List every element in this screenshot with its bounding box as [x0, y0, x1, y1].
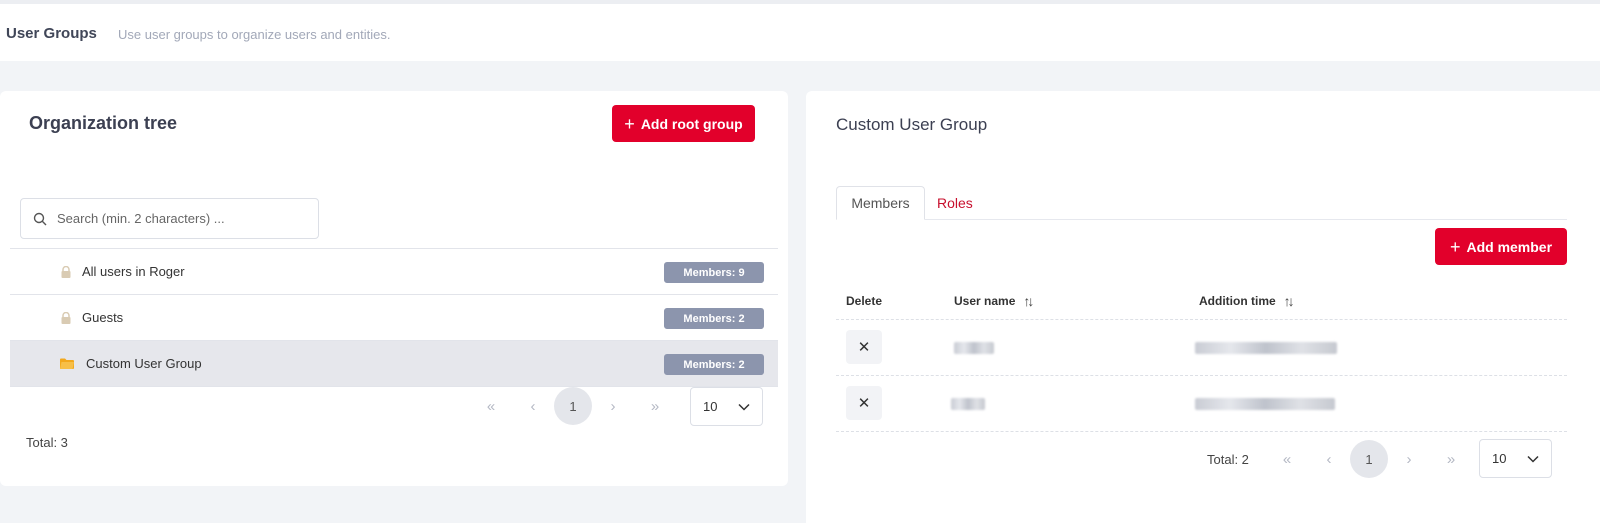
folder-icon: [60, 358, 74, 369]
page-size-value: 10: [1492, 451, 1507, 466]
group-detail-card: Custom User Group Members Roles + Add me…: [806, 91, 1600, 523]
sort-icon[interactable]: ↑↓: [1284, 293, 1295, 309]
tree-row-all-users[interactable]: All users in Roger Members: 9: [10, 249, 778, 295]
addition-time-cell: ██████████ █████████: [1195, 342, 1337, 354]
org-tree-total: Total: 3: [26, 435, 68, 450]
col-addition-time[interactable]: Addition time ↑↓: [1199, 293, 1295, 309]
group-title: Custom User Group: [836, 115, 988, 134]
tree-row-label: Guests: [82, 310, 124, 325]
add-root-group-label: Add root group: [640, 115, 743, 132]
org-tree-card: Organization tree + Add root group All u…: [0, 91, 788, 486]
plus-icon: +: [624, 113, 635, 134]
page-header: User Groups Use user groups to organize …: [0, 0, 1600, 61]
org-tree-title: Organization tree: [29, 113, 178, 133]
sort-icon[interactable]: ↑↓: [1023, 293, 1034, 309]
search-field[interactable]: [20, 198, 319, 239]
table-header: Delete User name ↑↓ Addition time ↑↓: [836, 283, 1567, 320]
tree-row-guests[interactable]: Guests Members: 2: [10, 295, 778, 341]
delete-member-button[interactable]: ✕: [846, 330, 882, 364]
page-size-value: 10: [703, 399, 718, 414]
col-delete: Delete: [846, 294, 883, 308]
prev-page-button[interactable]: ‹: [512, 387, 554, 425]
chevron-down-icon: [1527, 455, 1539, 463]
table-row: ✕ ████ ██████████ █████████: [836, 320, 1567, 376]
members-table: Delete User name ↑↓ Addition time ↑↓ ✕ █…: [836, 283, 1567, 432]
first-page-button[interactable]: «: [470, 387, 512, 425]
org-tree-list: All users in Roger Members: 9 Guests Mem…: [10, 248, 778, 387]
table-row: ✕ ████ █████████ ███████: [836, 376, 1567, 432]
members-badge: Members: 9: [664, 262, 764, 283]
tab-members[interactable]: Members: [836, 186, 925, 220]
page-1-button[interactable]: 1: [554, 387, 592, 425]
plus-icon: +: [1449, 236, 1461, 257]
add-member-label: Add member: [1466, 238, 1553, 255]
col-addition-time-label: Addition time: [1199, 294, 1276, 308]
search-icon: [33, 212, 47, 225]
col-username-label: User name: [954, 294, 1016, 308]
tree-row-custom-user-group[interactable]: Custom User Group Members: 2: [10, 341, 778, 387]
next-page-button[interactable]: ›: [592, 387, 634, 425]
members-pagination: « ‹ 1 › »: [1266, 440, 1472, 478]
close-icon: ✕: [857, 338, 871, 356]
prev-page-button[interactable]: ‹: [1308, 440, 1350, 478]
search-input[interactable]: [57, 211, 297, 226]
page-title: User Groups: [6, 25, 97, 42]
first-page-button[interactable]: «: [1266, 440, 1308, 478]
addition-time-cell: █████████ ███████: [1195, 398, 1335, 410]
page-1-button[interactable]: 1: [1350, 440, 1388, 478]
close-icon: ✕: [857, 394, 871, 412]
add-root-group-button[interactable]: + Add root group: [612, 105, 755, 142]
col-username[interactable]: User name ↑↓: [954, 293, 1034, 309]
tab-roles[interactable]: Roles: [937, 186, 973, 220]
last-page-button[interactable]: »: [1430, 440, 1472, 478]
lock-icon: [61, 265, 71, 278]
page-size-select[interactable]: 10: [690, 387, 763, 426]
tree-row-label: Custom User Group: [86, 356, 202, 371]
page-size-select[interactable]: 10: [1479, 439, 1552, 478]
username-cell: ████: [951, 398, 985, 410]
lock-icon: [61, 311, 71, 324]
members-badge: Members: 2: [664, 354, 764, 375]
group-tabs: Members Roles: [836, 186, 1567, 220]
delete-member-button[interactable]: ✕: [846, 386, 882, 420]
members-total: Total: 2: [1207, 452, 1249, 467]
username-cell: ████: [954, 342, 994, 354]
members-badge: Members: 2: [664, 308, 764, 329]
next-page-button[interactable]: ›: [1388, 440, 1430, 478]
last-page-button[interactable]: »: [634, 387, 676, 425]
chevron-down-icon: [738, 403, 750, 411]
org-tree-pagination: « ‹ 1 › »: [470, 387, 676, 425]
page-subtitle: Use user groups to organize users and en…: [118, 27, 391, 42]
add-member-button[interactable]: + Add member: [1435, 228, 1567, 265]
tree-row-label: All users in Roger: [82, 264, 185, 279]
